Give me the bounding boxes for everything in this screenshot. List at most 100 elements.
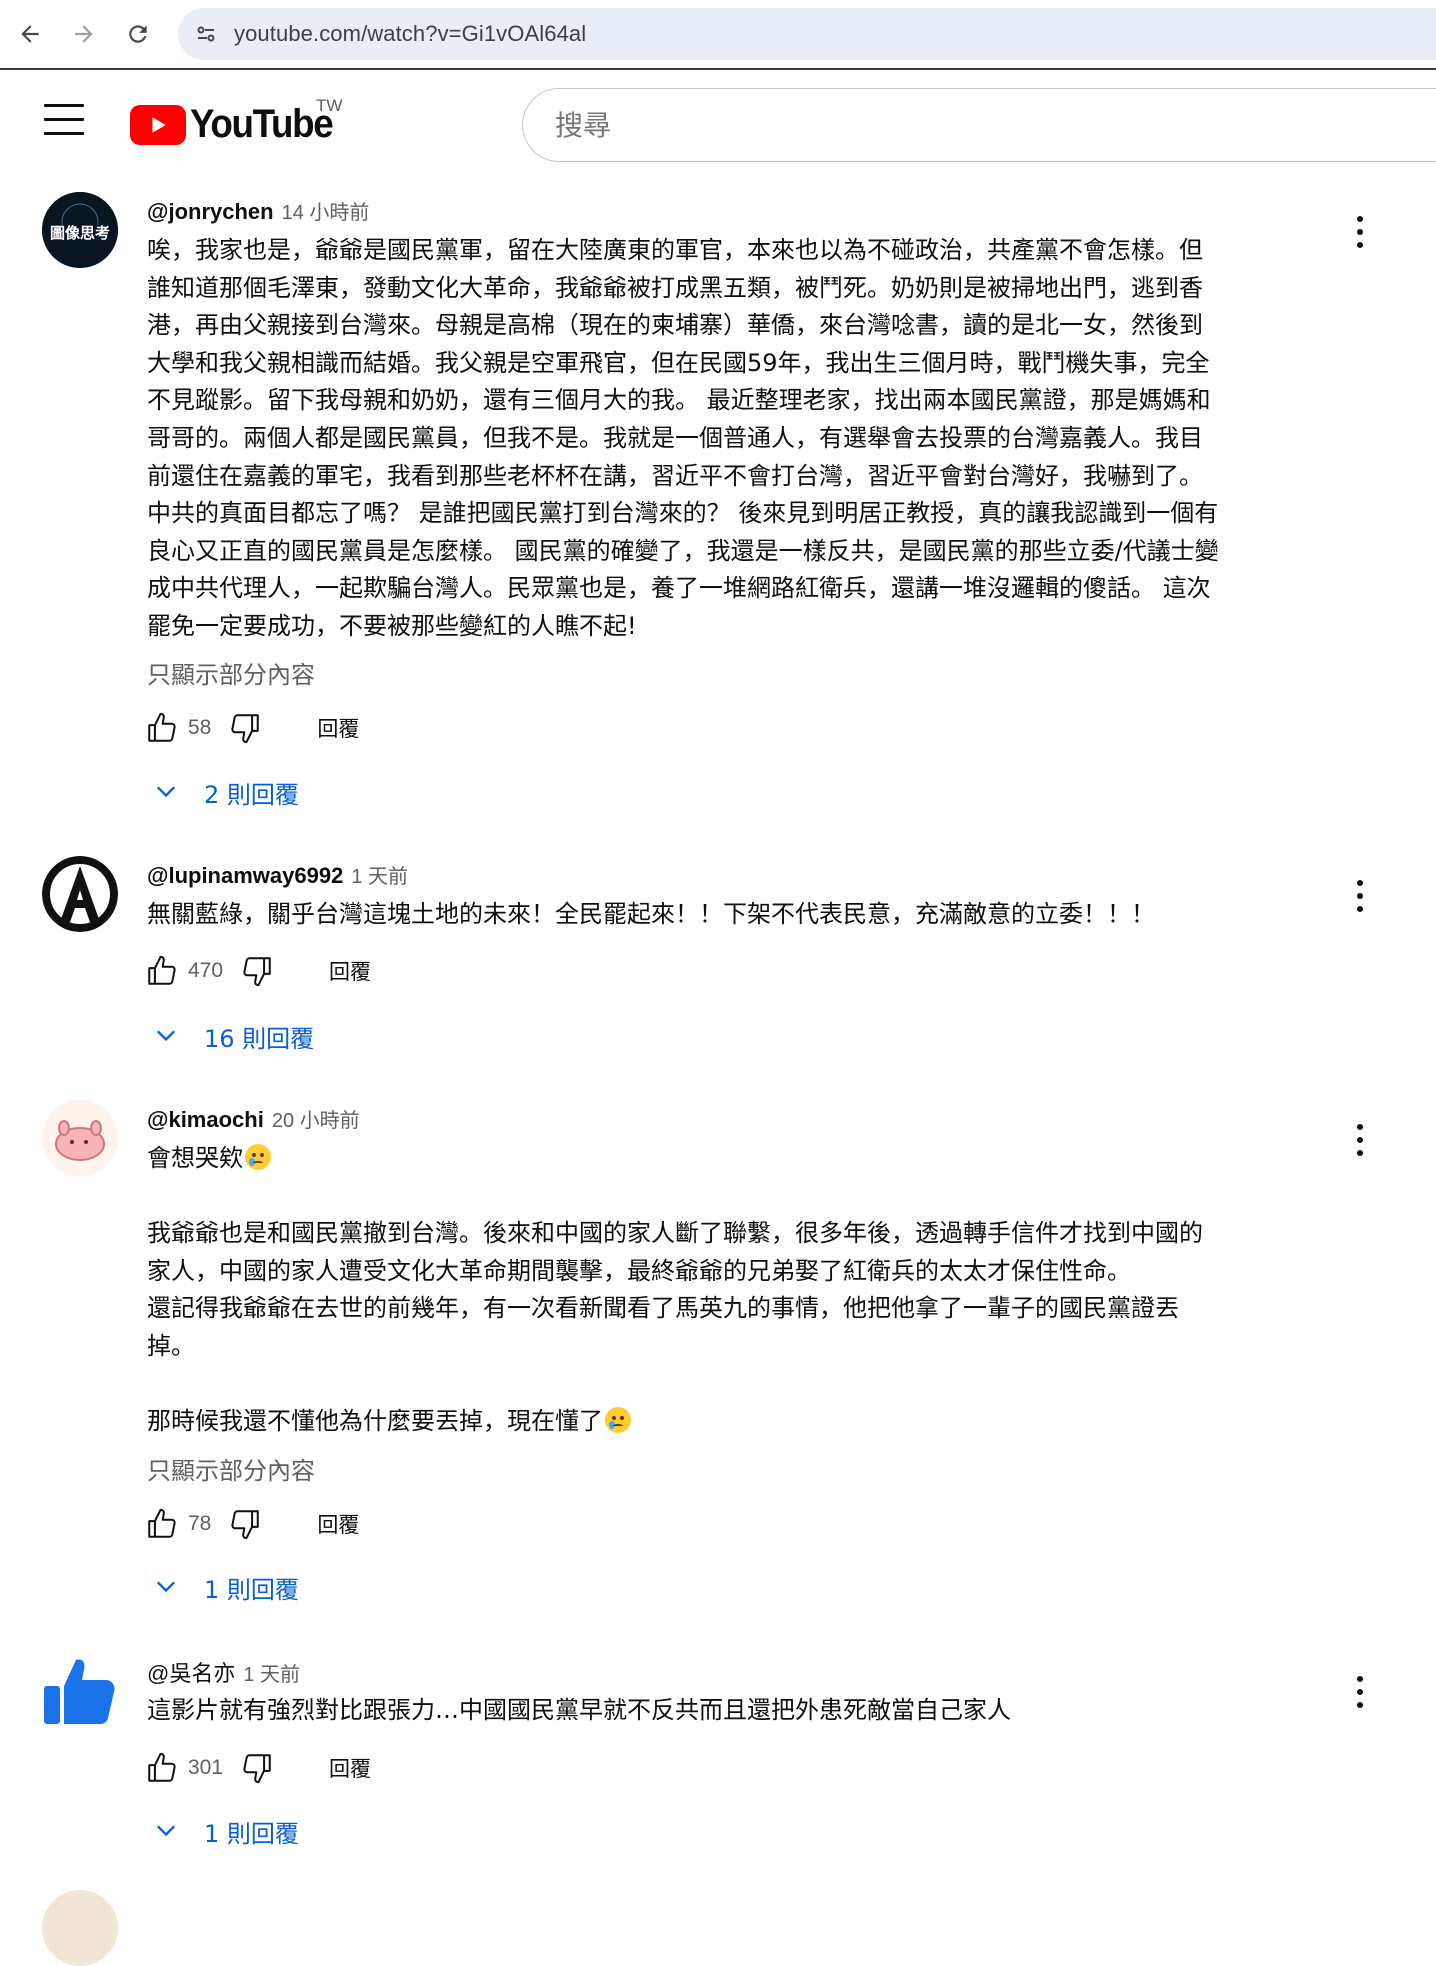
read-more-link[interactable]: 只顯示部分內容 [147, 655, 315, 690]
comment-text: 唉，我家也是，爺爺是國民黨軍，留在大陸廣東的軍官，本來也以為不碰政治，共產黨不會… [147, 232, 1327, 646]
comment-time[interactable]: 14 小時前 [282, 196, 370, 225]
comment-line [147, 1366, 1327, 1404]
chevron-down-icon [157, 1030, 175, 1042]
avatar[interactable] [42, 1890, 118, 1966]
comment-line: 家人，中國的家人遭受文化大革命期間襲擊，最終爺爺的兄弟娶了紅衛兵的太太才保住性命… [147, 1256, 1131, 1285]
forward-button[interactable] [66, 16, 102, 52]
comment-menu-icon[interactable] [1347, 1120, 1373, 1160]
comment-line-text: 會想哭欸 [147, 1144, 243, 1172]
comment-author[interactable]: @jonrychen [147, 199, 274, 225]
chevron-down-icon [157, 1581, 175, 1593]
youtube-masthead: YouTube TW [0, 70, 1436, 176]
reply-button[interactable]: 回覆 [317, 713, 359, 743]
sad-face-icon [605, 1407, 631, 1434]
view-replies-button[interactable]: 16 則回覆 [152, 1016, 314, 1056]
like-icon[interactable] [144, 1506, 180, 1542]
comment-line: 成中共代理人，一起欺騙台灣人。民眾黨也是，養了一堆網路紅衛兵，還講一堆沒邏輯的傻… [147, 574, 1211, 603]
comment-actions: 470 回覆 [144, 951, 371, 991]
replies-count: 1 則回覆 [204, 1575, 299, 1604]
comment-author[interactable]: @kimaochi [147, 1107, 264, 1133]
dislike-icon[interactable] [227, 1506, 263, 1542]
like-count: 470 [188, 959, 224, 982]
comment-menu-icon[interactable] [1347, 1672, 1373, 1712]
avatar[interactable] [42, 1652, 118, 1728]
comment-line: 前還住在嘉義的軍宅，我看到那些老杯杯在講，習近平不會打台灣，習近平會對台灣好，我… [147, 461, 1203, 490]
like-icon[interactable] [144, 710, 180, 746]
replies-count: 16 則回覆 [204, 1024, 315, 1053]
comment-line: 良心又正直的國民黨員是怎麼樣。 國民黨的確變了，我還是一樣反共，是國民黨的那些立… [147, 536, 1219, 565]
comment-text: 會想哭欸 我爺爺也是和國民黨撤到台灣。後來和中國的家人斷了聯繫，很多年後，透過轉… [147, 1140, 1327, 1441]
play-logo-icon [130, 104, 186, 145]
comment-time[interactable]: 20 小時前 [272, 1104, 360, 1133]
comment-actions: 301 回覆 [144, 1748, 371, 1788]
browser-toolbar: youtube.com/watch?v=Gi1vOAl64al [0, 0, 1436, 70]
hamburger-menu-icon[interactable] [44, 104, 84, 140]
comment-line: 這影片就有強烈對比跟張力…中國國民黨早就不反共而且還把外患死敵當自己家人 [147, 1696, 1011, 1724]
comment-line: 那時候我還不懂他為什麼要丟掉，現在懂了 [147, 1403, 1327, 1441]
view-replies-button[interactable]: 2 則回覆 [152, 772, 299, 812]
comment-time[interactable]: 1 天前 [243, 1658, 300, 1687]
like-count: 58 [188, 716, 212, 739]
like-count: 301 [188, 1756, 224, 1779]
region-code: TW [316, 96, 343, 115]
logo-wordmark: YouTube [190, 102, 334, 146]
comment-line: 無關藍綠，關乎台灣這塊土地的未來！全民罷起來！！下架不代表民意，充滿敵意的立委！… [147, 900, 1155, 928]
comment-menu-icon[interactable] [1347, 876, 1373, 916]
reply-button[interactable]: 回覆 [329, 1753, 371, 1783]
search-input[interactable] [555, 108, 1436, 142]
comment-text: 這影片就有強烈對比跟張力…中國國民黨早就不反共而且還把外患死敵當自己家人 [147, 1692, 1327, 1730]
avatar[interactable] [42, 1100, 118, 1176]
comment-line: 唉，我家也是，爺爺是國民黨軍，留在大陸廣東的軍官，本來也以為不碰政治，共產黨不會… [147, 236, 1203, 264]
like-count: 78 [188, 1512, 212, 1535]
crying-face-icon [245, 1144, 271, 1170]
reply-button[interactable]: 回覆 [317, 1509, 359, 1539]
avatar-label: 圖像思考 [49, 224, 110, 242]
site-settings-icon[interactable] [194, 21, 220, 47]
dislike-icon[interactable] [239, 1750, 275, 1786]
comment-line [147, 1178, 1327, 1216]
youtube-logo[interactable]: YouTube [130, 102, 345, 147]
back-button[interactable] [12, 16, 48, 52]
comment-line: 我爺爺也是和國民黨撤到台灣。後來和中國的家人斷了聯繫，很多年後，透過轉手信件才找… [147, 1219, 1203, 1248]
comment-time[interactable]: 1 天前 [351, 860, 408, 889]
dislike-icon[interactable] [227, 710, 263, 746]
comment-line: 還記得我爺爺在去世的前幾年，有一次看新聞看了馬英九的事情，他把他拿了一輩子的國民… [147, 1294, 1179, 1323]
comment-actions: 78 回覆 [144, 1504, 359, 1544]
back-arrow-icon [21, 25, 39, 43]
avatar[interactable]: 圖像思考 [42, 192, 118, 268]
comment-actions: 58 回覆 [144, 708, 359, 748]
chevron-down-icon [157, 786, 175, 798]
avatar[interactable] [42, 856, 118, 932]
comment-line: 大學和我父親相識而結婚。我父親是空軍飛官，但在民國59年，我出生三個月時，戰鬥機… [147, 348, 1210, 377]
search-box[interactable] [522, 88, 1436, 162]
chevron-down-icon [157, 1825, 175, 1837]
replies-count: 2 則回覆 [204, 780, 299, 809]
forward-arrow-icon [75, 25, 93, 43]
address-bar[interactable]: youtube.com/watch?v=Gi1vOAl64al [178, 8, 1436, 60]
view-replies-button[interactable]: 1 則回覆 [152, 1567, 299, 1607]
comment-author[interactable]: @吳名亦 [147, 1656, 235, 1688]
comment-line: 罷免一定要成功，不要被那些變紅的人瞧不起! [147, 611, 637, 640]
comment-author[interactable]: @lupinamway6992 [147, 863, 343, 889]
reload-icon [129, 25, 147, 43]
comment-line-text: 那時候我還不懂他為什麼要丟掉，現在懂了 [147, 1407, 603, 1436]
comment-line: 中共的真面目都忘了嗎？ 是誰把國民黨打到台灣來的？ 後來見到明居正教授，真的讓我… [147, 499, 1219, 528]
reply-button[interactable]: 回覆 [329, 956, 371, 986]
comment-text: 無關藍綠，關乎台灣這塊土地的未來！全民罷起來！！下架不代表民意，充滿敵意的立委！… [147, 896, 1327, 934]
like-icon[interactable] [144, 1750, 180, 1786]
thumbs-up-avatar-icon [44, 1659, 115, 1724]
comment-line: 哥哥的。兩個人都是國民黨員，但我不是。我就是一個普通人，有選舉會去投票的台灣嘉義… [147, 423, 1203, 452]
comment-menu-icon[interactable] [1347, 212, 1373, 252]
view-replies-button[interactable]: 1 則回覆 [152, 1811, 299, 1851]
comment-line: 誰知道那個毛澤東，發動文化大革命，我爺爺被打成黑五類，被鬥死。奶奶則是被掃地出門… [147, 273, 1203, 302]
reload-button[interactable] [120, 16, 156, 52]
like-icon[interactable] [144, 953, 180, 989]
read-more-link[interactable]: 只顯示部分內容 [147, 1451, 315, 1486]
url-text[interactable]: youtube.com/watch?v=Gi1vOAl64al [234, 21, 586, 47]
comment-line: 港，再由父親接到台灣來。母親是高棉（現在的柬埔寨）華僑，來台灣唸書，讀的是北一女… [147, 311, 1203, 340]
comment-line: 掉。 [147, 1331, 195, 1360]
replies-count: 1 則回覆 [204, 1819, 299, 1848]
dislike-icon[interactable] [239, 953, 275, 989]
comment-line: 會想哭欸 [147, 1140, 1327, 1178]
comment-line: 不見蹤影。留下我母親和奶奶，還有三個月大的我。 最近整理老家，找出兩本國民黨證，… [147, 386, 1211, 415]
